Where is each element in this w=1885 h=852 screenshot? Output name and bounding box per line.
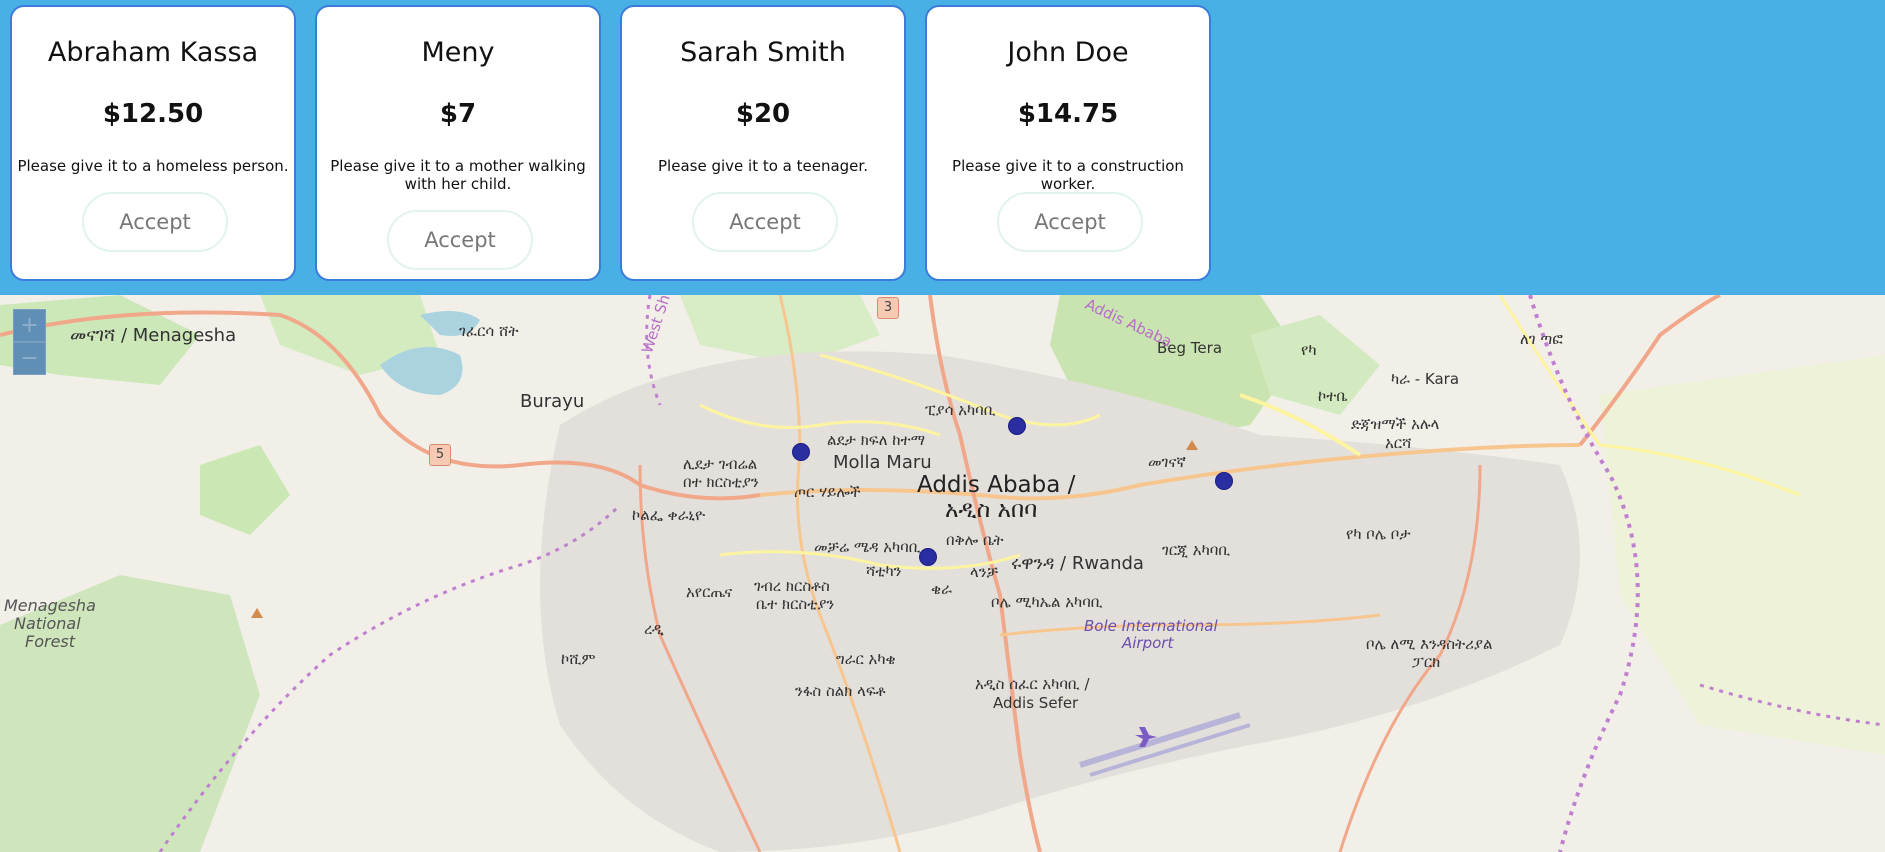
request-message: Please give it to a mother walking with … <box>330 157 586 193</box>
request-marker[interactable] <box>919 548 937 566</box>
requester-name: Meny <box>421 37 495 68</box>
request-message: Please give it to a teenager. <box>658 157 868 175</box>
map-label: የካ ቦሌ ቦታ <box>1346 525 1411 543</box>
map-label: ለገ ጣፎ <box>1520 330 1563 348</box>
request-amount: $20 <box>735 99 791 129</box>
map-label: ኮተቤ <box>1318 387 1348 405</box>
map-label: መገናኛ <box>1148 453 1186 471</box>
map-label: በተ ክርስቲያን <box>683 473 759 491</box>
map-label: ገፈርሳ ሸት <box>459 322 519 340</box>
accept-button[interactable]: Accept <box>997 192 1143 252</box>
map-tiles <box>0 295 1885 852</box>
airport-label: Bole International <box>1084 617 1218 635</box>
map-label: አዲስ ሰፈር አካባቢ / <box>975 675 1090 693</box>
map-label: ገብረ ክርስቶስ <box>754 577 830 595</box>
map-label: ልደታ ክፍለ ከተማ <box>827 431 926 449</box>
map-label: Burayu <box>520 391 585 412</box>
map-label: ፓርክ <box>1412 653 1441 671</box>
map-label: Addis Sefer <box>993 694 1079 712</box>
zoom-out-button[interactable]: − <box>13 342 46 375</box>
requester-name: Abraham Kassa <box>47 37 259 68</box>
request-message: Please give it to a homeless person. <box>17 157 289 175</box>
city-label: Addis Ababa / <box>917 472 1076 498</box>
airport-label: Airport <box>1122 634 1174 652</box>
accept-button[interactable]: Accept <box>82 192 228 252</box>
request-marker[interactable] <box>1215 472 1233 490</box>
requester-name: John Doe <box>1007 37 1129 68</box>
request-marker[interactable] <box>1008 417 1026 435</box>
map-label: አርሻ <box>1385 434 1412 452</box>
route-shield: 3 <box>877 297 899 319</box>
map-label: ቦሌ ለሚ እንዳስትሪያል <box>1366 635 1493 653</box>
map-label: ቤተ ክርስቲያን <box>756 595 835 613</box>
map-label: በቅሎ ቤት <box>946 531 1004 549</box>
requester-name: Sarah Smith <box>680 37 846 68</box>
forest-label: Forest <box>25 632 76 651</box>
map-label: አየርጤና <box>686 583 733 601</box>
map-label: ገርጂ አካባቢ <box>1162 541 1231 559</box>
map-label: መቻሬ ሜዳ አካባቢ <box>814 538 921 556</box>
map-label: የካ <box>1301 341 1317 359</box>
request-amount: $14.75 <box>1017 99 1119 129</box>
accept-button[interactable]: Accept <box>387 210 533 270</box>
map-label: ኮሺም <box>561 650 596 668</box>
accept-button[interactable]: Accept <box>692 192 838 252</box>
map-label: ፒያሳ አካባቢ <box>925 401 996 419</box>
request-amount: $7 <box>439 99 477 129</box>
map-view[interactable]: + − 3 5 መናገሻ / Menagesha ገፈርሳ ሸት Burayu … <box>0 295 1885 852</box>
map-label: ንፋስ ስልክ ላፍቶ <box>795 682 886 700</box>
map-label: ድጃዝማች አሉላ <box>1351 415 1440 433</box>
request-card: Sarah Smith $20 Please give it to a teen… <box>620 5 906 281</box>
map-label: ግራር አካቄ <box>836 650 896 668</box>
request-amount: $12.50 <box>102 99 204 129</box>
map-label: ሻቲካን <box>866 562 902 580</box>
request-card: Meny $7 Please give it to a mother walki… <box>315 5 601 281</box>
map-label: ቦሌ ሚካኤል አካባቢ <box>991 593 1103 611</box>
map-label: ላንቻ <box>970 563 998 581</box>
route-shield: 5 <box>429 444 451 466</box>
request-card: Abraham Kassa $12.50 Please give it to a… <box>10 5 296 281</box>
map-label: ካራ - Kara <box>1391 370 1460 388</box>
map-label: መናገሻ / Menagesha <box>70 325 237 346</box>
zoom-in-button[interactable]: + <box>13 309 46 342</box>
city-label: አዲስ አበባ <box>945 497 1038 523</box>
map-label: ኮልፌ ቀራኒዮ <box>632 506 706 524</box>
map-label: ጦር ሃይሎች <box>794 483 861 501</box>
map-label: Molla Maru <box>833 452 932 473</box>
request-card: John Doe $14.75 Please give it to a cons… <box>925 5 1211 281</box>
map-label: ረዲ <box>644 620 664 638</box>
map-label: ቄራ <box>931 580 952 598</box>
map-label: ሩዋንዳ / Rwanda <box>1011 553 1144 574</box>
map-label: ሊደታ ገብሬል <box>683 455 758 473</box>
request-message: Please give it to a construction worker. <box>952 157 1184 193</box>
request-marker[interactable] <box>792 443 810 461</box>
